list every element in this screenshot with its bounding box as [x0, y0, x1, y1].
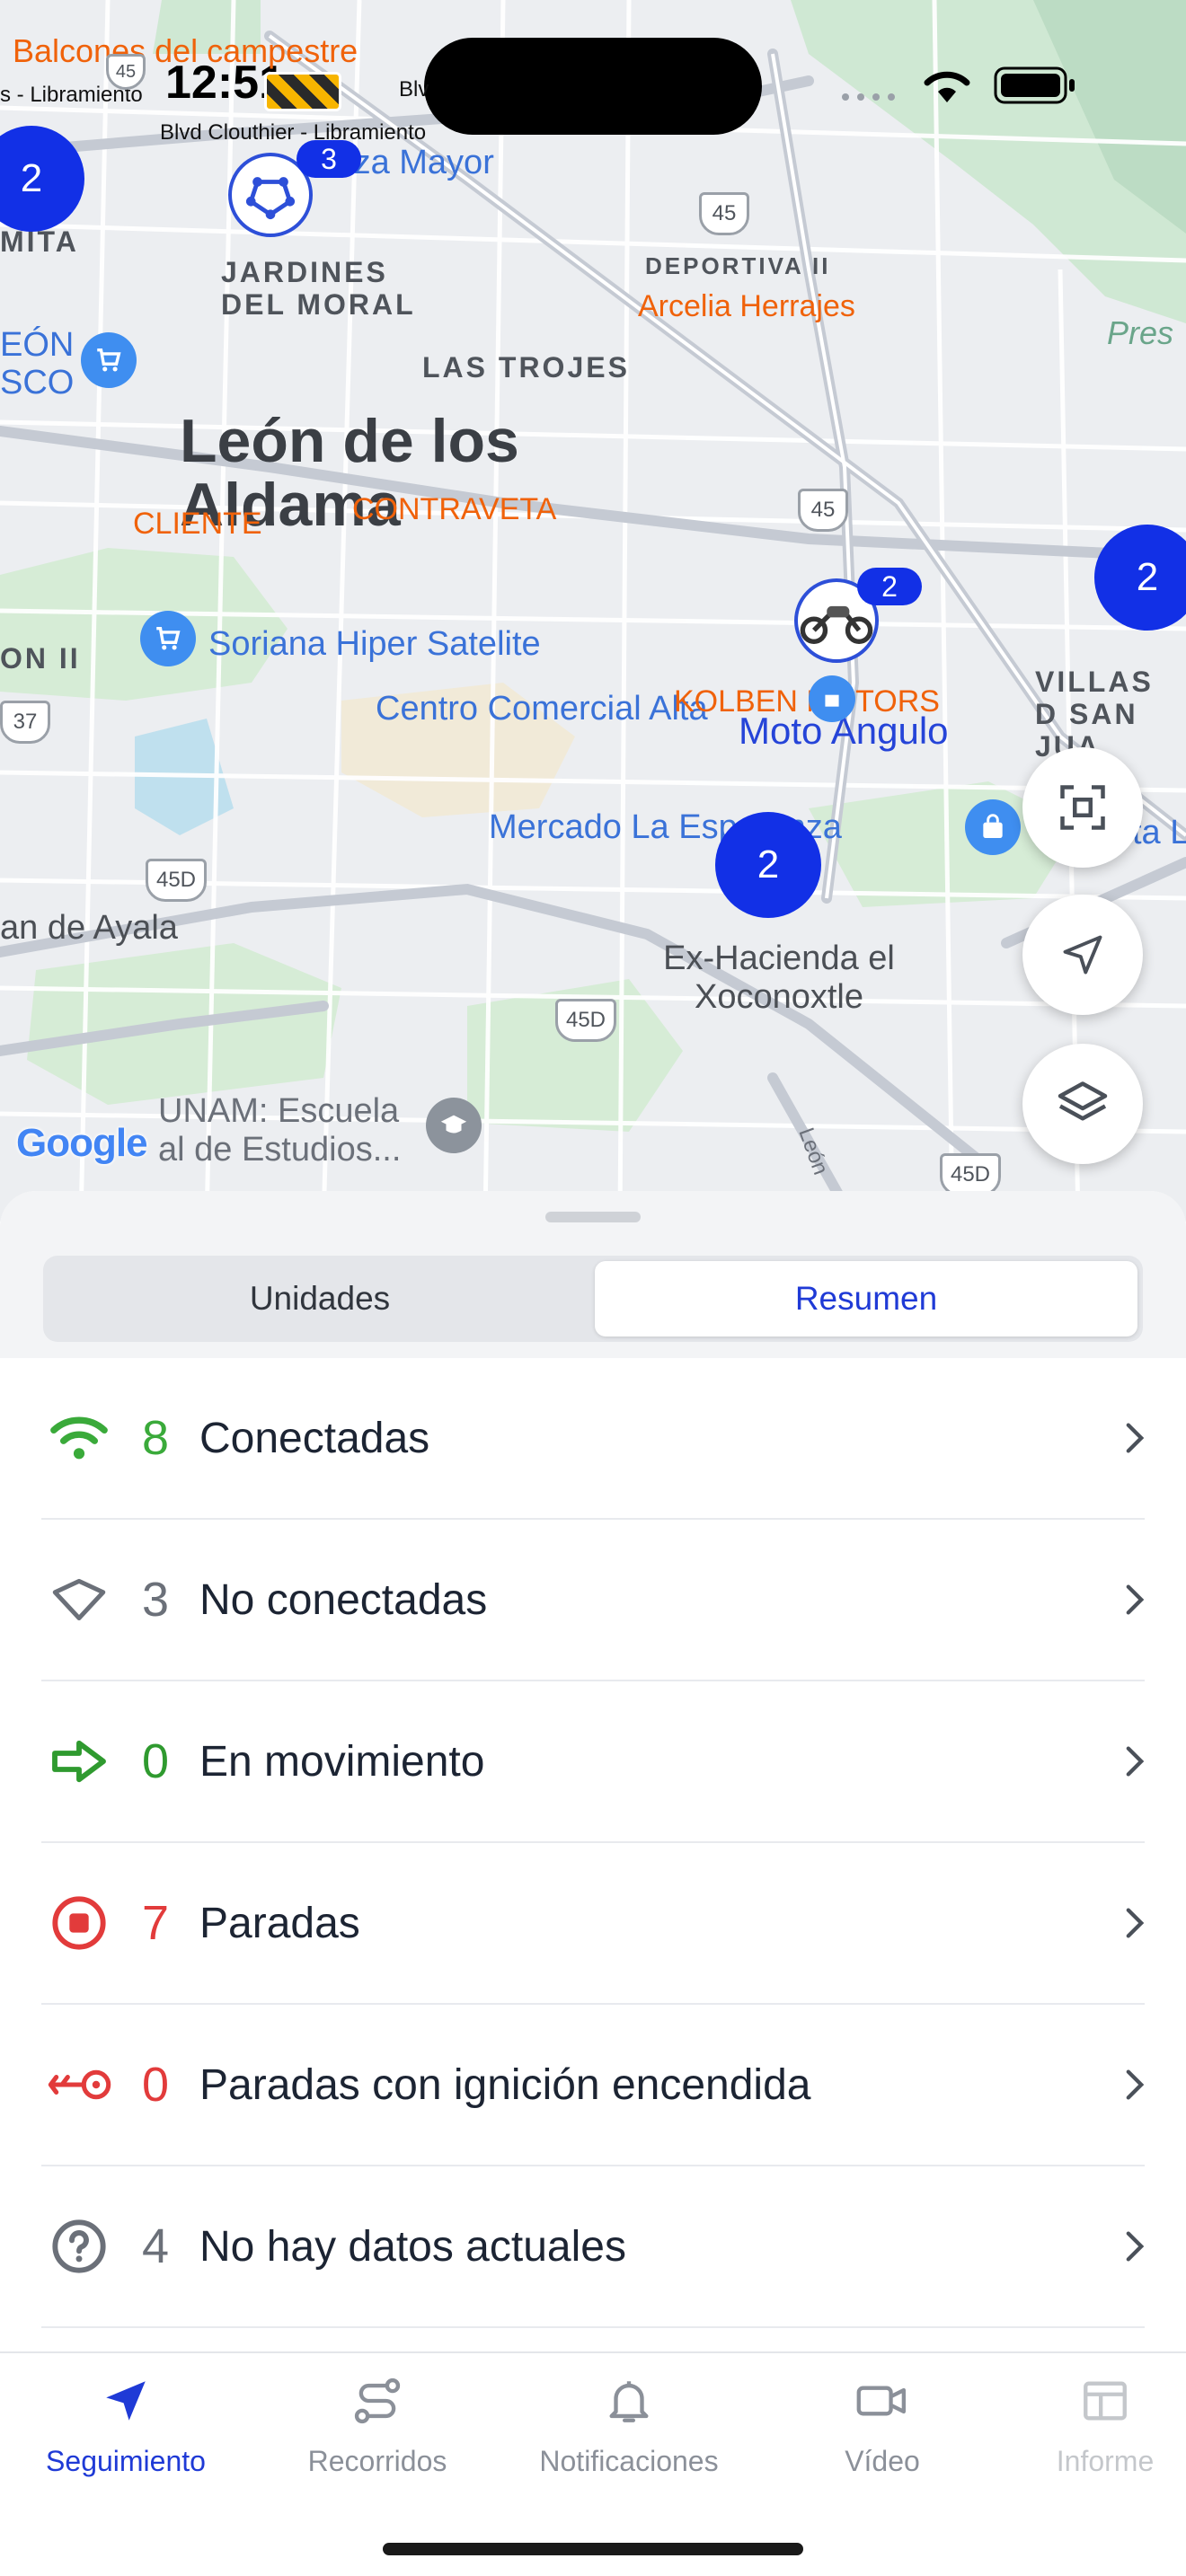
shopping-cart-icon[interactable]: [81, 332, 137, 388]
school-icon[interactable]: [426, 1098, 482, 1153]
label-balcones: Balcones del campestre: [13, 32, 358, 69]
label-on2: ON II: [0, 642, 81, 675]
row-no-datos[interactable]: 4 No hay datos actuales: [41, 2166, 1145, 2328]
label-soriana: Soriana Hiper Satelite: [208, 625, 541, 663]
bell-icon: [597, 2369, 660, 2432]
tab-notificaciones[interactable]: Notificaciones: [521, 2369, 737, 2495]
shopping-cart-icon[interactable]: [140, 611, 196, 666]
map-view[interactable]: 12:51 Balcones del campestre s - Librami…: [0, 0, 1186, 1222]
label-deportiva: DEPORTIVA II: [645, 252, 831, 279]
layers-icon: [1058, 1081, 1108, 1121]
location-arrow-icon: [1063, 935, 1102, 975]
tab-video[interactable]: Vídeo: [774, 2369, 990, 2495]
road-shield-45d: 45D: [940, 1153, 1001, 1196]
stop-circle-icon: [36, 1880, 122, 1966]
row-label: Paradas con ignición encendida: [199, 2060, 811, 2109]
label-eon: EÓN SCO: [0, 326, 75, 401]
row-count: 0: [141, 1734, 170, 1788]
sheet-header: Unidades Resumen: [0, 1191, 1186, 1358]
construction-icon: [264, 72, 341, 111]
segmented-control: Unidades Resumen: [43, 1256, 1143, 1342]
route-icon: [346, 2369, 409, 2432]
chevron-right-icon: [1100, 2069, 1145, 2101]
chevron-right-icon: [1100, 1907, 1145, 1939]
tab-recorridos[interactable]: Recorridos: [270, 2369, 485, 2495]
diamond-outline-icon: [36, 1557, 122, 1643]
road-shield-45: 45: [798, 489, 848, 532]
label-blv: Blv: [399, 77, 429, 101]
tab-label: Vídeo: [845, 2445, 920, 2477]
key-icon: [36, 2042, 122, 2128]
row-count: 8: [141, 1411, 170, 1465]
label-contraveta: CONTRAVETA: [352, 492, 557, 526]
row-label: Paradas: [199, 1899, 360, 1947]
fit-bounds-button[interactable]: [1022, 747, 1143, 868]
label-hacienda: Ex-Hacienda el Xoconoxtle: [663, 940, 895, 1016]
row-label: Conectadas: [199, 1414, 430, 1462]
map-layers-button[interactable]: [1022, 1044, 1143, 1164]
arrow-right-icon: [36, 1718, 122, 1804]
row-label: No hay datos actuales: [199, 2222, 626, 2271]
motorcycle-count-badge: 2: [857, 568, 922, 605]
my-location-button[interactable]: [1022, 895, 1143, 1015]
label-jardines: JARDINES DEL MORAL: [221, 256, 416, 321]
google-logo: Google: [16, 1121, 148, 1165]
label-trojes: LAS TROJES: [422, 351, 630, 384]
label-mita: MITA: [0, 225, 79, 258]
row-count: 7: [141, 1896, 170, 1950]
tab-informe[interactable]: Informe: [997, 2369, 1186, 2504]
chevron-right-icon: [1100, 1422, 1145, 1454]
chevron-right-icon: [1100, 1745, 1145, 1778]
row-label: En movimiento: [199, 1737, 485, 1786]
question-circle-icon: [36, 2203, 122, 2289]
signal-dots-icon: [841, 90, 902, 101]
wifi-icon: [36, 1395, 122, 1481]
cluster-center[interactable]: 2: [715, 812, 821, 918]
tab-unidades[interactable]: Unidades: [49, 1261, 591, 1337]
label-villas: VILLAS D SAN JUA: [1035, 666, 1154, 763]
label-cliente: CLIENTE: [133, 507, 262, 541]
label-presa: Pres: [1107, 314, 1174, 351]
row-count: 4: [141, 2219, 170, 2273]
road-shield-37: 37: [0, 701, 50, 744]
label-ayala: an de Ayala: [0, 909, 178, 947]
row-no-conectadas[interactable]: 3 No conectadas: [41, 1520, 1145, 1681]
store-pin-icon[interactable]: [809, 675, 855, 722]
navigation-arrow-icon: [94, 2369, 157, 2432]
label-arcelia: Arcelia Herrajes: [638, 289, 855, 323]
status-summary-list: 8 Conectadas 3 No conectadas 0 En movimi…: [0, 1358, 1186, 2328]
tab-label: Recorridos: [307, 2445, 447, 2477]
home-indicator: [383, 2543, 803, 2555]
tab-seguimiento[interactable]: Seguimiento: [18, 2369, 234, 2495]
geofence-count-badge: 3: [296, 140, 361, 178]
road-shield-45d: 45D: [555, 999, 616, 1042]
label-unam: UNAM: Escuela al de Estudios...: [158, 1092, 402, 1169]
label-libramiento-2: Blvd Clouthier - Libramiento: [160, 120, 427, 145]
row-count: 3: [141, 1573, 170, 1627]
tab-label: Informe: [1056, 2445, 1155, 2477]
video-camera-icon: [851, 2369, 914, 2432]
row-paradas-ignicion[interactable]: 0 Paradas con ignición encendida: [41, 2005, 1145, 2166]
row-conectadas[interactable]: 8 Conectadas: [41, 1358, 1145, 1520]
label-centro-comercial: Centro Comercial Alta: [376, 690, 708, 728]
road-shield-45: 45: [699, 192, 749, 235]
focus-frame-icon: [1060, 785, 1105, 830]
chevron-right-icon: [1100, 2230, 1145, 2263]
row-en-movimiento[interactable]: 0 En movimiento: [41, 1681, 1145, 1843]
dynamic-island: [424, 38, 762, 135]
row-count: 0: [141, 2058, 170, 2112]
shopping-bag-icon[interactable]: [965, 799, 1021, 855]
tab-resumen[interactable]: Resumen: [595, 1261, 1137, 1337]
row-label: No conectadas: [199, 1575, 488, 1624]
sheet-grabber[interactable]: [545, 1212, 641, 1222]
wifi-status-icon: [920, 63, 974, 109]
chevron-right-icon: [1100, 1584, 1145, 1616]
tab-label: Notificaciones: [539, 2445, 719, 2477]
row-paradas[interactable]: 7 Paradas: [41, 1843, 1145, 2005]
battery-icon: [994, 66, 1076, 109]
road-shield-45d: 45D: [146, 859, 207, 902]
tab-label: Seguimiento: [46, 2445, 206, 2477]
table-icon: [1074, 2369, 1137, 2432]
